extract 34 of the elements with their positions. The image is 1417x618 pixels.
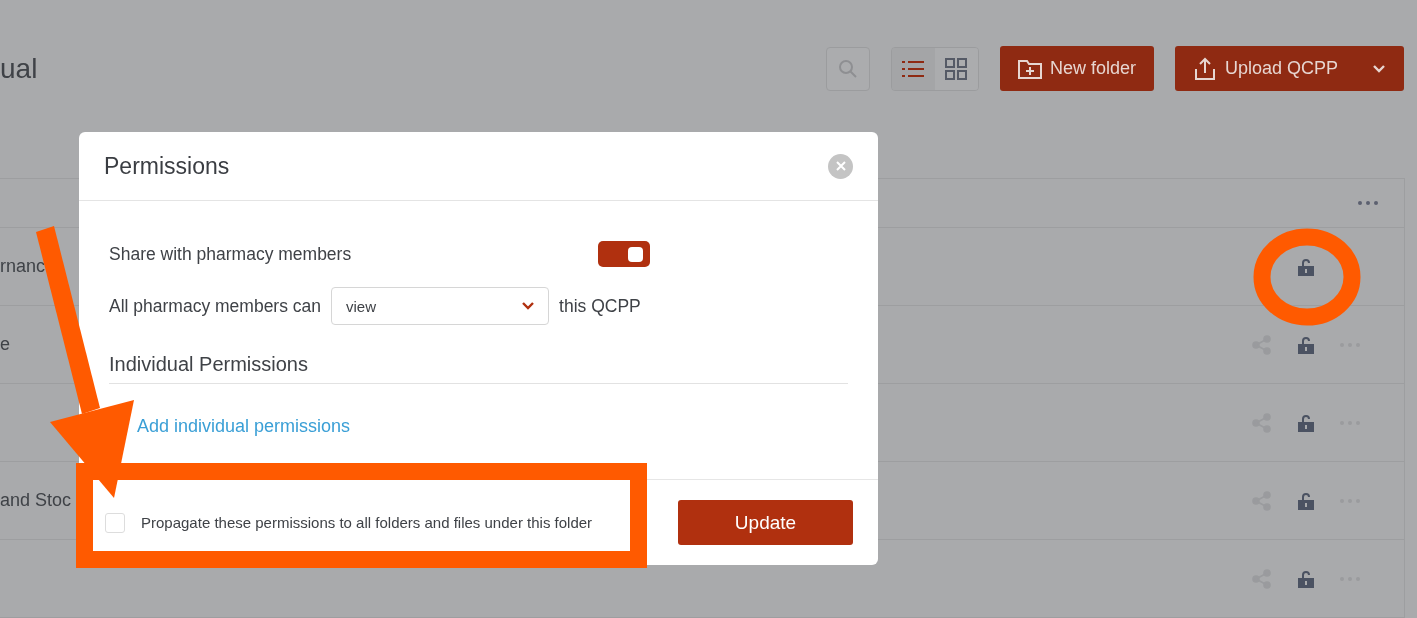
update-button[interactable]: Update xyxy=(678,500,853,545)
row-name: e xyxy=(0,334,11,355)
access-suffix: this QCPP xyxy=(559,295,641,317)
section-heading: Individual Permissions xyxy=(109,353,848,384)
chevron-down-icon xyxy=(522,302,535,310)
lock-icon xyxy=(1298,257,1314,276)
lock-icon xyxy=(1298,413,1314,432)
row-name: rnanc xyxy=(0,256,47,277)
list-view-button[interactable] xyxy=(891,47,935,90)
search-button[interactable] xyxy=(825,46,870,91)
lock-icon xyxy=(1298,335,1314,354)
dialog-title: Permissions xyxy=(104,152,230,180)
search-icon xyxy=(837,58,858,79)
add-permissions-link[interactable]: Add individual permissions xyxy=(137,416,351,437)
propagate-label: Propagate these permissions to all folders and files under this folder xyxy=(141,514,594,531)
share-toggle[interactable] xyxy=(598,241,650,267)
page-title: ual xyxy=(0,52,39,86)
upload-icon xyxy=(1192,56,1217,81)
close-icon xyxy=(835,161,846,171)
row-name: and Stoc xyxy=(0,490,73,511)
lock-icon xyxy=(1298,491,1314,510)
new-folder-button[interactable]: New folder xyxy=(999,46,1154,91)
caret-icon xyxy=(1372,63,1386,74)
upload-button[interactable]: Upload QCPP xyxy=(1174,46,1404,91)
access-label: All pharmacy members can xyxy=(109,295,322,317)
more-icon[interactable] xyxy=(1358,201,1378,205)
lock-icon xyxy=(1298,569,1314,588)
share-label: Share with pharmacy members xyxy=(109,243,352,265)
folder-plus-icon xyxy=(1017,58,1042,79)
propagate-checkbox[interactable] xyxy=(105,512,125,533)
close-button[interactable] xyxy=(828,153,853,179)
grid-icon xyxy=(945,57,968,80)
access-select[interactable]: view xyxy=(331,287,550,325)
list-icon xyxy=(902,59,925,78)
